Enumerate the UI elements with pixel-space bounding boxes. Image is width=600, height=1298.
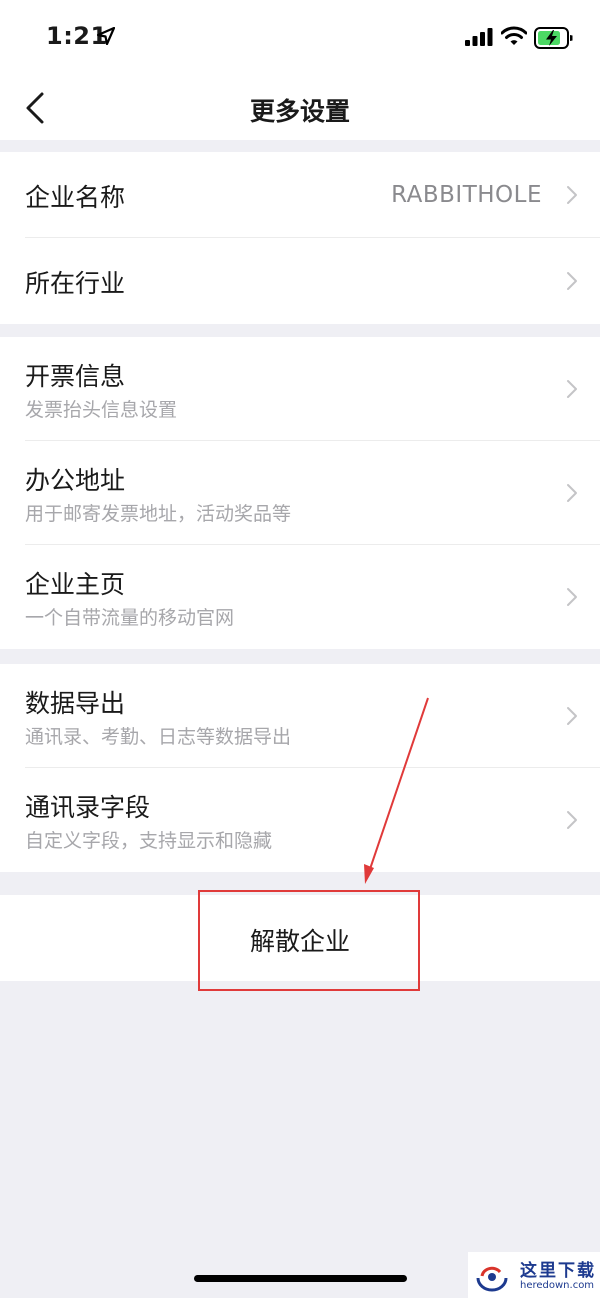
row-title: 数据导出 [25, 689, 126, 718]
chevron-right-icon [567, 186, 577, 204]
settings-row-company-name[interactable]: 企业名称 RABBITHOLE [0, 152, 600, 238]
settings-row-invoice-info[interactable]: 开票信息 发票抬头信息设置 [0, 337, 600, 441]
row-title: 通讯录字段 [25, 793, 151, 822]
watermark-logo-icon [476, 1266, 508, 1292]
row-subtitle: 用于邮寄发票地址，活动奖品等 [25, 503, 292, 525]
row-subtitle: 一个自带流量的移动官网 [25, 607, 235, 629]
row-title: 企业名称 [25, 183, 126, 212]
status-bar: 1:21 [0, 0, 600, 74]
settings-row-company-homepage[interactable]: 企业主页 一个自带流量的移动官网 [0, 545, 600, 649]
wifi-icon [501, 26, 527, 45]
chevron-right-icon [567, 272, 577, 290]
settings-group-info: 开票信息 发票抬头信息设置 办公地址 用于邮寄发票地址，活动奖品等 企业主页 一… [0, 337, 600, 649]
row-subtitle: 通讯录、考勤、日志等数据导出 [25, 726, 292, 748]
location-arrow-icon [97, 27, 115, 45]
row-title: 企业主页 [25, 570, 126, 599]
settings-row-contact-fields[interactable]: 通讯录字段 自定义字段，支持显示和隐藏 [0, 768, 600, 872]
chevron-right-icon [567, 484, 577, 502]
chevron-right-icon [567, 380, 577, 398]
row-subtitle: 自定义字段，支持显示和隐藏 [25, 830, 273, 852]
battery-charging-icon [534, 27, 573, 49]
row-title: 办公地址 [25, 466, 126, 495]
chevron-right-icon [567, 707, 577, 725]
chevron-right-icon [567, 811, 577, 829]
chevron-right-icon [567, 588, 577, 606]
settings-group-basic: 企业名称 RABBITHOLE 所在行业 [0, 152, 600, 324]
watermark-brand: 这里下载 [520, 1261, 596, 1281]
row-title: 所在行业 [25, 269, 126, 298]
navigation-bar: 更多设置 [0, 74, 600, 140]
settings-row-office-address[interactable]: 办公地址 用于邮寄发票地址，活动奖品等 [0, 441, 600, 545]
home-indicator [194, 1275, 407, 1282]
row-subtitle: 发票抬头信息设置 [25, 399, 178, 421]
settings-row-industry[interactable]: 所在行业 [0, 238, 600, 324]
annotation-highlight-box [198, 890, 420, 991]
row-title: 开票信息 [25, 362, 126, 391]
annotation-arrow-icon [364, 697, 429, 884]
settings-group-data: 数据导出 通讯录、考勤、日志等数据导出 通讯录字段 自定义字段，支持显示和隐藏 [0, 664, 600, 872]
cellular-signal-icon [465, 28, 493, 46]
watermark-url: heredown.com [520, 1280, 595, 1291]
page-title: 更多设置 [249, 97, 350, 126]
watermark: 这里下载 heredown.com [468, 1252, 600, 1298]
row-value: RABBITHOLE [391, 182, 542, 208]
settings-row-data-export[interactable]: 数据导出 通讯录、考勤、日志等数据导出 [0, 664, 600, 768]
